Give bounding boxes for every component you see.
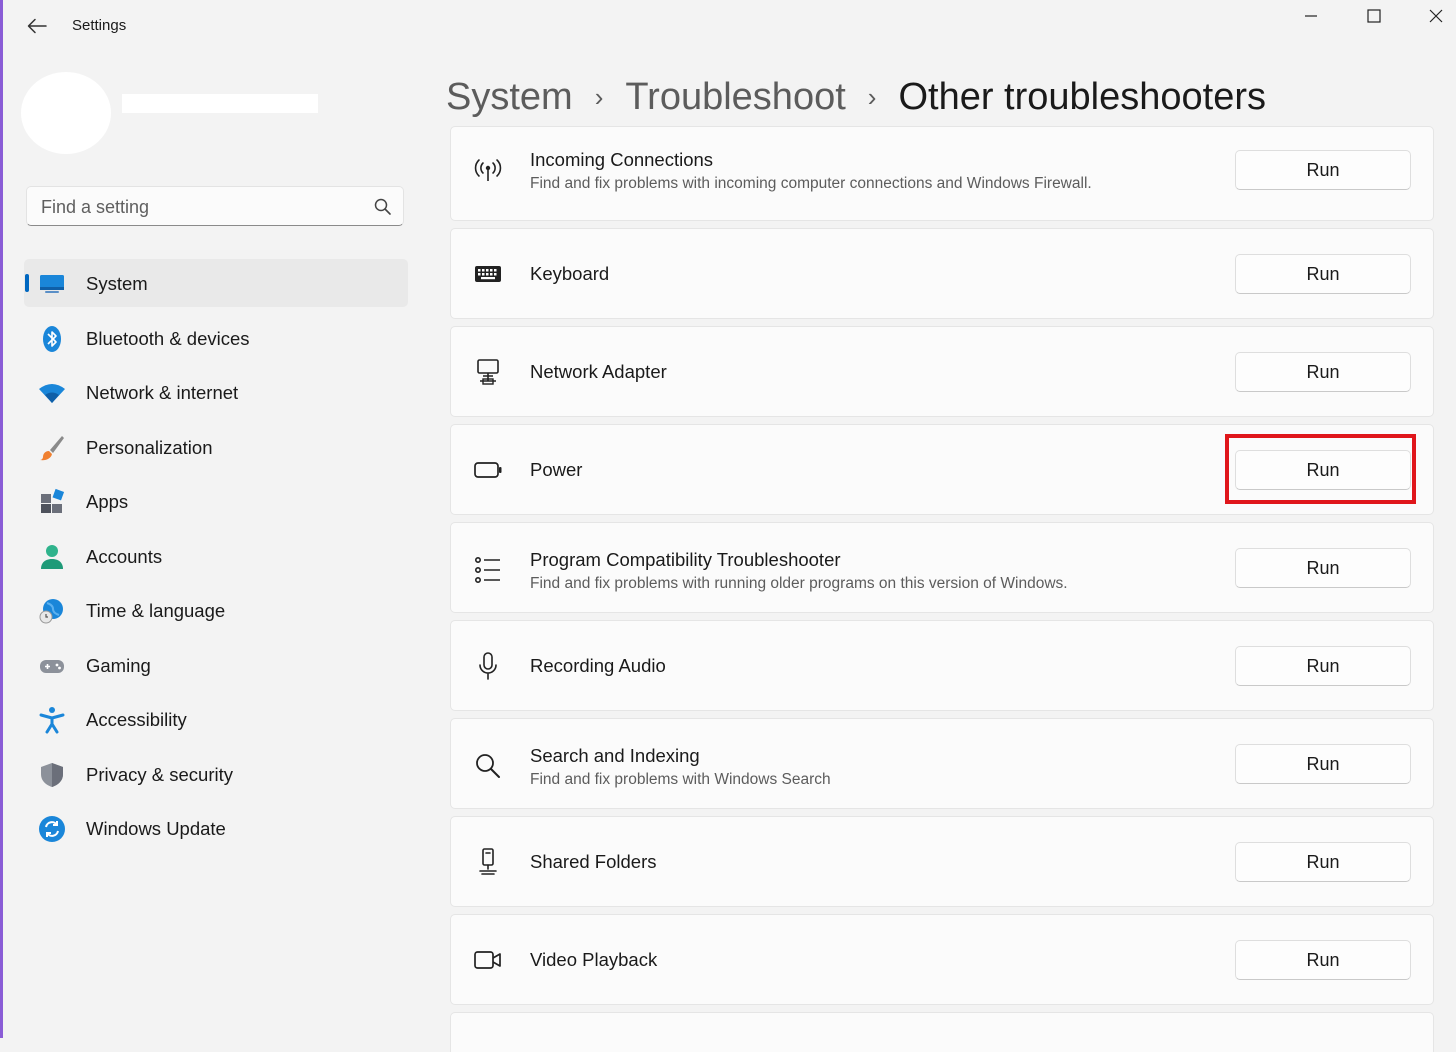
sidebar-item-label: Accounts — [86, 545, 163, 567]
troubleshooter-card-program-compatibility: Program Compatibility Troubleshooter Fin… — [450, 522, 1434, 613]
sidebar-item-windows-update[interactable]: Windows Update — [24, 804, 408, 852]
sidebar-item-time-language[interactable]: Time & language — [24, 586, 408, 634]
back-arrow-icon — [27, 18, 47, 34]
troubleshooter-title: Recording Audio — [530, 655, 666, 676]
update-icon — [39, 816, 65, 842]
sidebar-item-gaming[interactable]: Gaming — [24, 641, 408, 689]
maximize-icon — [1367, 9, 1381, 23]
breadcrumb-separator: › — [867, 81, 877, 112]
run-button-search-indexing[interactable]: Run — [1235, 744, 1411, 784]
wifi-icon — [39, 384, 65, 403]
search-icon[interactable] — [373, 197, 393, 217]
list-icon — [474, 556, 500, 583]
brush-icon — [40, 435, 64, 460]
sidebar-item-label: Apps — [86, 491, 129, 512]
troubleshooter-title: Power — [530, 459, 583, 480]
user-name-redacted — [122, 94, 318, 113]
troubleshooter-title: Search and Indexing — [530, 745, 700, 766]
app-title: Settings — [72, 17, 127, 34]
breadcrumb-item-troubleshoot[interactable]: Troubleshoot — [625, 76, 845, 119]
troubleshooter-description: Find and fix problems with incoming comp… — [530, 175, 1092, 192]
back-button[interactable] — [22, 12, 52, 40]
sidebar-item-label: Accessibility — [86, 709, 187, 730]
troubleshooter-description: Find and fix problems with running older… — [530, 575, 1068, 592]
close-button[interactable] — [1413, 2, 1456, 30]
troubleshooter-card-incoming-connections: Incoming Connections Find and fix proble… — [450, 126, 1434, 221]
sidebar-item-accounts[interactable]: Accounts — [24, 532, 408, 580]
troubleshooter-title: Video Playback — [530, 949, 658, 970]
troubleshooter-card-shared-folders: Shared Folders Run — [450, 816, 1434, 907]
sidebar-item-label: Network & internet — [86, 382, 239, 403]
run-button-recording-audio[interactable]: Run — [1235, 646, 1411, 686]
breadcrumb-separator: › — [594, 81, 604, 112]
network-adapter-icon — [477, 359, 499, 385]
selection-indicator — [25, 274, 29, 292]
troubleshooter-description: Find and fix problems with Windows Searc… — [530, 771, 831, 788]
minimize-button[interactable] — [1288, 2, 1334, 30]
troubleshooter-card-recording-audio: Recording Audio Run — [450, 620, 1434, 711]
gamepad-icon — [40, 659, 64, 673]
run-button-network-adapter[interactable]: Run — [1235, 352, 1411, 392]
sidebar-item-accessibility[interactable]: Accessibility — [24, 695, 408, 743]
minimize-icon — [1305, 15, 1317, 17]
sidebar-item-label: Gaming — [86, 654, 151, 676]
troubleshooter-card-video-playback: Video Playback Run — [450, 914, 1434, 1005]
run-button-program-compatibility[interactable]: Run — [1235, 548, 1411, 588]
sidebar-item-personalization[interactable]: Personalization — [24, 423, 408, 471]
troubleshooter-title: Program Compatibility Troubleshooter — [530, 549, 841, 570]
sidebar-item-label: Bluetooth & devices — [86, 327, 250, 349]
sidebar-item-bluetooth[interactable]: Bluetooth & devices — [24, 314, 408, 362]
system-icon — [40, 275, 64, 293]
shield-icon — [41, 762, 63, 787]
antenna-icon — [474, 159, 502, 181]
window-edge — [0, 0, 3, 1038]
troubleshooter-title: Incoming Connections — [530, 149, 714, 170]
shared-folder-icon — [479, 848, 497, 875]
title-bar: Settings — [0, 0, 1456, 52]
run-button-video-playback[interactable]: Run — [1235, 940, 1411, 980]
sidebar-item-system[interactable]: System — [24, 259, 408, 307]
search-box[interactable] — [26, 186, 404, 226]
video-icon — [474, 951, 501, 969]
keyboard-icon — [475, 266, 501, 282]
breadcrumb: System › Troubleshoot › Other troublesho… — [446, 72, 1266, 122]
sidebar-item-network[interactable]: Network & internet — [24, 368, 408, 416]
troubleshooter-title: Shared Folders — [530, 851, 657, 872]
search-icon — [476, 754, 500, 778]
highlight-box — [1225, 434, 1416, 504]
globe-clock-icon — [39, 599, 63, 624]
search-input[interactable] — [39, 195, 363, 219]
sidebar-nav: System Bluetooth & devices Network & int… — [24, 259, 408, 859]
bluetooth-icon — [43, 325, 61, 352]
troubleshooter-card-keyboard: Keyboard Run — [450, 228, 1434, 319]
sidebar-item-label: Privacy & security — [86, 763, 234, 785]
sidebar-item-apps[interactable]: Apps — [24, 477, 408, 525]
troubleshooter-card-search-indexing: Search and Indexing Find and fix problem… — [450, 718, 1434, 809]
troubleshooter-title: Network Adapter — [530, 361, 667, 382]
battery-icon — [474, 462, 502, 478]
sidebar-item-label: Personalization — [86, 436, 213, 458]
sidebar-item-privacy-security[interactable]: Privacy & security — [24, 750, 408, 798]
microphone-icon — [479, 652, 497, 680]
page-title: Other troubleshooters — [898, 75, 1266, 118]
run-button-keyboard[interactable]: Run — [1235, 254, 1411, 294]
run-button-incoming-connections[interactable]: Run — [1235, 150, 1411, 190]
breadcrumb-item-system[interactable]: System — [446, 76, 573, 119]
sidebar-item-label: Time & language — [86, 600, 226, 621]
avatar[interactable] — [21, 72, 111, 154]
run-button-shared-folders[interactable]: Run — [1235, 842, 1411, 882]
troubleshooter-card-partial — [450, 1012, 1434, 1052]
sidebar-item-label: Windows Update — [86, 818, 226, 839]
person-icon — [41, 544, 63, 569]
troubleshooter-card-network-adapter: Network Adapter Run — [450, 326, 1434, 417]
apps-icon — [41, 488, 65, 513]
sidebar-item-label: System — [86, 273, 148, 294]
troubleshooter-title: Keyboard — [530, 263, 610, 284]
accessibility-icon — [39, 707, 65, 734]
maximize-button[interactable] — [1351, 2, 1397, 30]
close-icon — [1429, 9, 1443, 23]
